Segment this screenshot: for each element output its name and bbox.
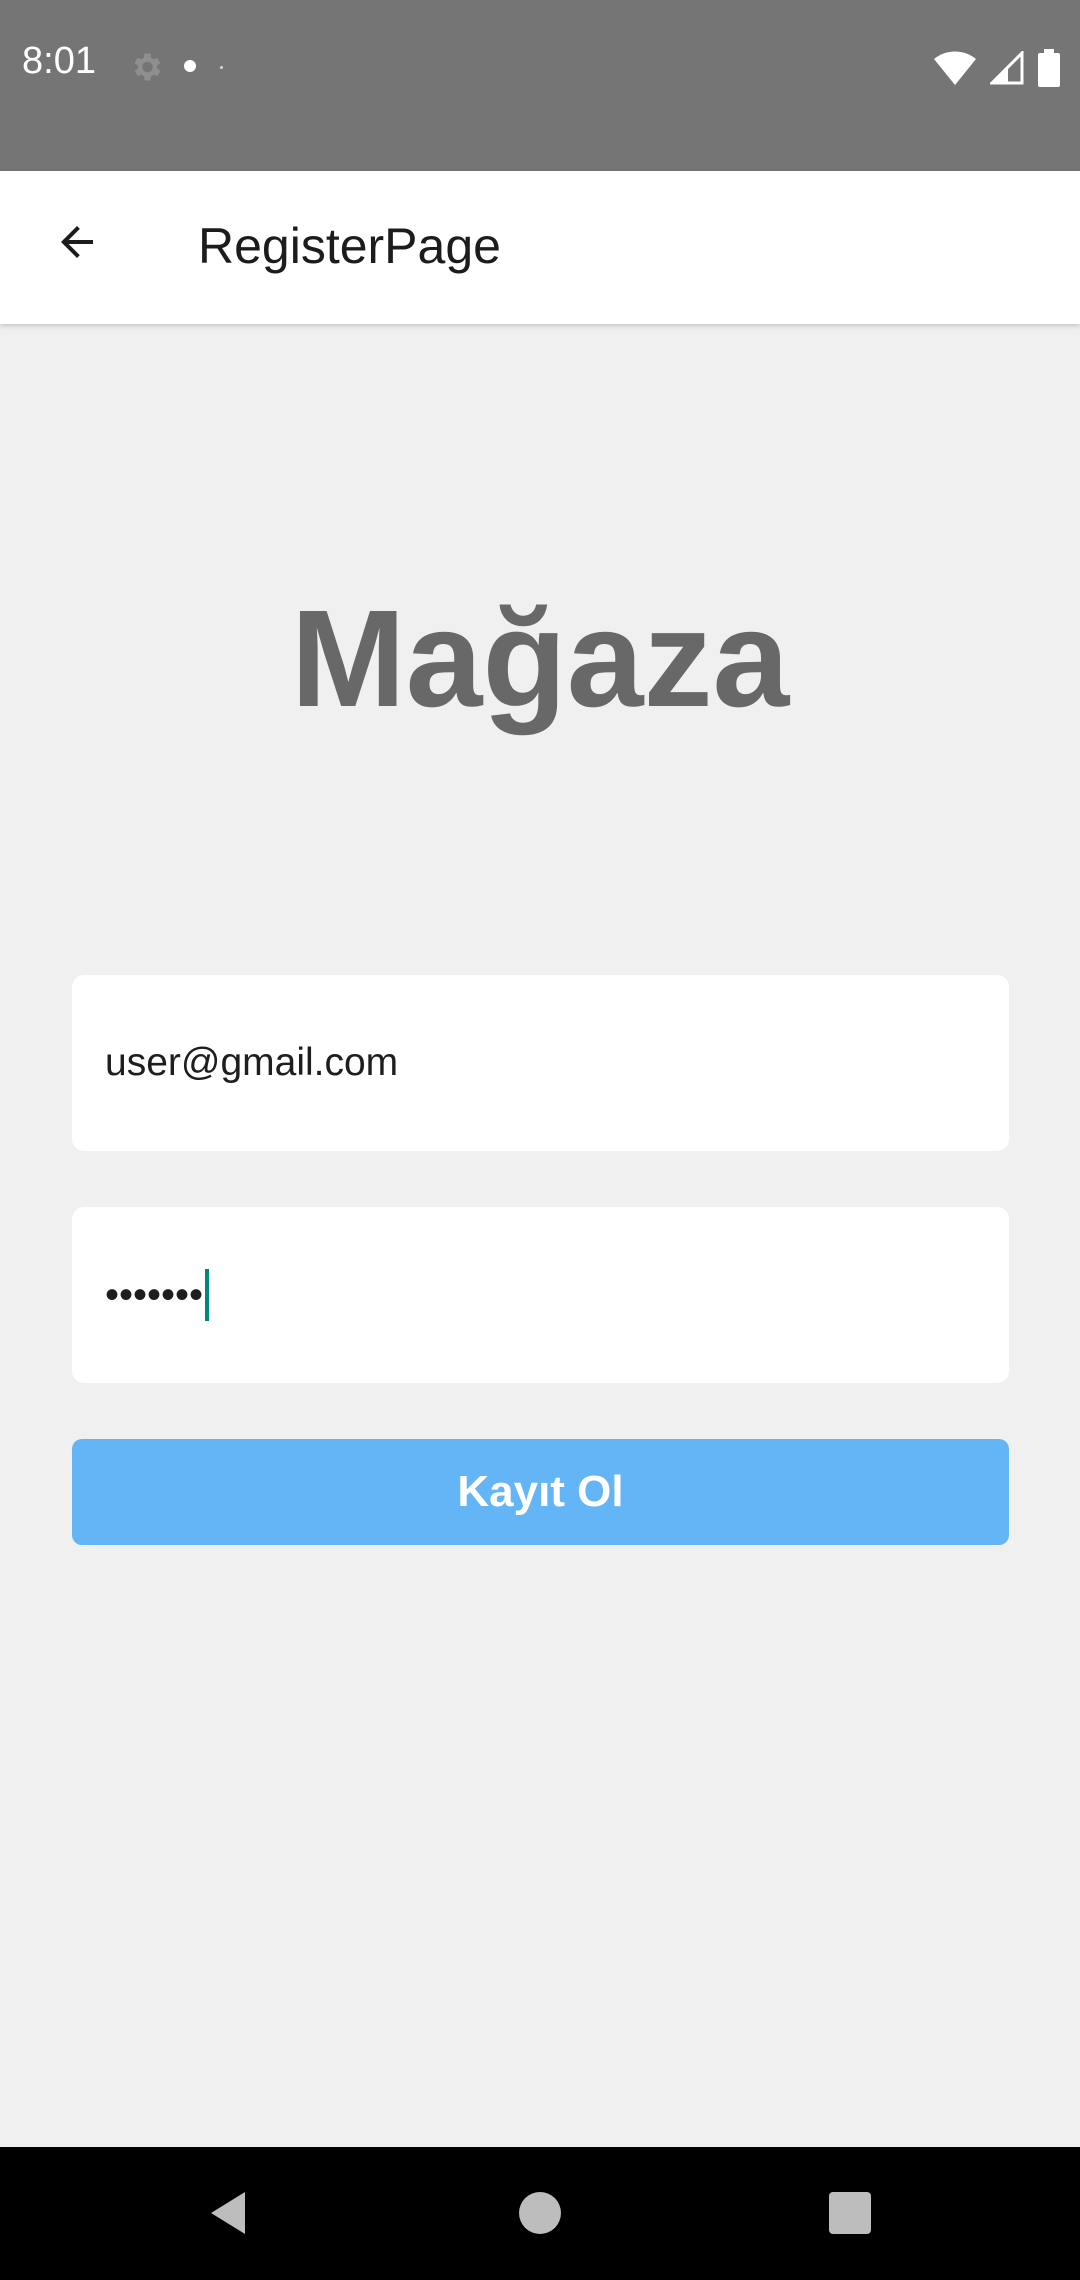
back-button[interactable] bbox=[40, 205, 114, 279]
register-button-label: Kayıt Ol bbox=[457, 1467, 624, 1516]
email-value: user@gmail.com bbox=[105, 1041, 399, 1084]
arrow-back-icon bbox=[61, 226, 93, 258]
password-value: ••••••• bbox=[105, 1272, 204, 1317]
password-field[interactable]: ••••••• bbox=[72, 1207, 1009, 1383]
status-bar: 8:01 bbox=[0, 0, 1080, 171]
status-time: 8:01 bbox=[22, 40, 96, 82]
brand-title: Mağaza bbox=[290, 582, 790, 736]
navigation-bar bbox=[0, 2147, 1080, 2280]
app-bar: RegisterPage bbox=[0, 171, 1080, 324]
register-button[interactable]: Kayıt Ol bbox=[72, 1439, 1009, 1545]
signal-icon bbox=[990, 51, 1024, 85]
battery-icon bbox=[1038, 49, 1060, 87]
nav-home-icon[interactable] bbox=[519, 2192, 561, 2234]
text-cursor bbox=[205, 1269, 210, 1321]
status-icons bbox=[934, 48, 1060, 88]
page-title: RegisterPage bbox=[198, 218, 501, 274]
notification-dot-icon bbox=[184, 60, 196, 72]
wifi-icon bbox=[934, 51, 976, 85]
nav-back-icon[interactable] bbox=[205, 2188, 255, 2238]
notification-indicator-icon bbox=[220, 66, 223, 69]
email-field[interactable]: user@gmail.com bbox=[72, 975, 1009, 1151]
settings-icon bbox=[134, 53, 161, 81]
nav-recents-icon[interactable] bbox=[829, 2192, 871, 2234]
